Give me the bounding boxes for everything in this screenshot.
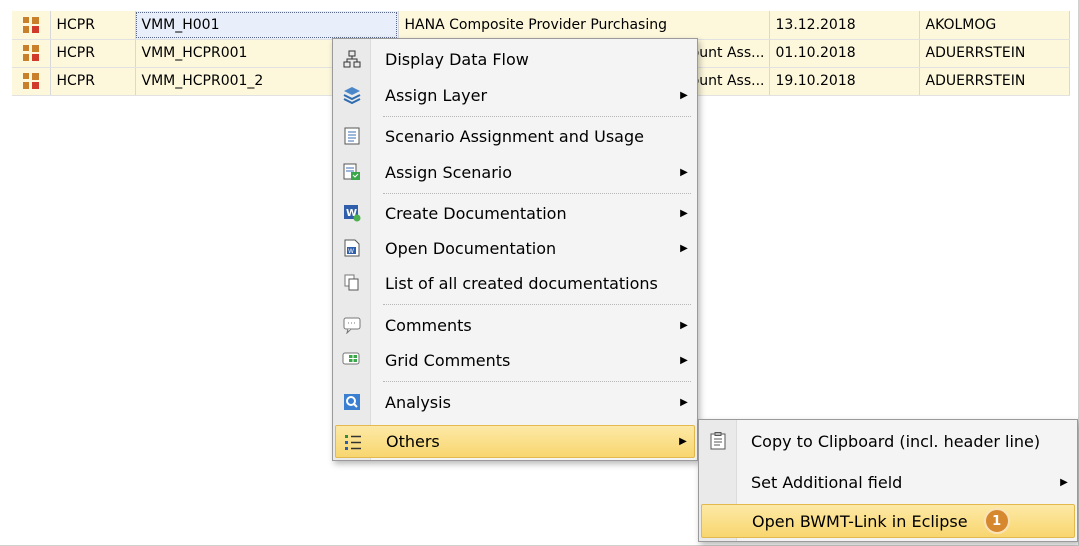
document-list-icon xyxy=(335,127,369,145)
menu-separator xyxy=(383,193,691,194)
context-menu: Display Data Flow Assign Layer ▶ Scenari… xyxy=(332,38,698,461)
hcpr-icon xyxy=(12,11,51,40)
date-cell[interactable]: 19.10.2018 xyxy=(769,67,920,96)
menu-item-scenario-assignment[interactable]: Scenario Assignment and Usage xyxy=(335,120,695,152)
comment-icon xyxy=(335,316,369,334)
list-icon xyxy=(336,433,370,451)
grid-comment-icon xyxy=(335,351,369,369)
others-submenu: Copy to Clipboard (incl. header line) Se… xyxy=(698,419,1078,542)
word-doc-icon: W xyxy=(335,239,369,257)
submenu-arrow-icon: ▶ xyxy=(680,207,688,219)
menu-item-label: Create Documentation xyxy=(385,203,567,223)
type-cell[interactable]: HCPR xyxy=(50,11,136,40)
menu-separator xyxy=(383,116,691,117)
analysis-search-icon xyxy=(335,393,369,411)
menu-item-assign-layer[interactable]: Assign Layer ▶ xyxy=(335,79,695,111)
svg-text:W: W xyxy=(348,248,354,255)
submenu-arrow-icon: ▶ xyxy=(680,242,688,254)
step-badge: 1 xyxy=(983,508,1010,534)
submenu-arrow-icon: ▶ xyxy=(680,166,688,178)
clipboard-icon xyxy=(701,432,735,450)
name-cell[interactable]: VMM_H001 xyxy=(135,11,399,40)
date-cell[interactable]: 13.12.2018 xyxy=(769,11,920,40)
hcpr-icon xyxy=(12,39,51,68)
menu-item-label: Assign Layer xyxy=(385,85,488,105)
menu-item-label: Others xyxy=(386,432,440,451)
assign-scenario-icon xyxy=(335,163,369,181)
menu-item-comments[interactable]: Comments ▶ xyxy=(335,309,695,341)
layers-icon xyxy=(335,86,369,104)
menu-item-label: Analysis xyxy=(385,392,451,412)
menu-item-open-bwmt-link[interactable]: Open BWMT-Link in Eclipse 1 xyxy=(701,504,1075,538)
menu-item-label: Display Data Flow xyxy=(385,49,529,69)
menu-item-label: Comments xyxy=(385,315,472,335)
hcpr-icon xyxy=(12,67,51,96)
menu-item-create-documentation[interactable]: W Create Documentation ▶ xyxy=(335,197,695,229)
menu-item-grid-comments[interactable]: Grid Comments ▶ xyxy=(335,344,695,376)
copy-docs-icon xyxy=(335,274,369,292)
create-doc-icon: W xyxy=(335,204,369,222)
menu-item-display-data-flow[interactable]: Display Data Flow xyxy=(335,43,695,75)
menu-item-label: Copy to Clipboard (incl. header line) xyxy=(751,431,1041,451)
menu-item-assign-scenario[interactable]: Assign Scenario ▶ xyxy=(335,156,695,188)
submenu-arrow-icon: ▶ xyxy=(680,396,688,408)
data-flow-icon xyxy=(335,50,369,68)
user-cell[interactable]: ADUERRSTEIN xyxy=(919,67,1070,96)
date-cell[interactable]: 01.10.2018 xyxy=(769,39,920,68)
menu-item-label: Set Additional field xyxy=(751,472,903,492)
type-cell[interactable]: HCPR xyxy=(50,67,136,96)
menu-item-label: Grid Comments xyxy=(385,350,511,370)
menu-item-others[interactable]: Others ▶ xyxy=(335,425,695,458)
menu-item-copy-clipboard[interactable]: Copy to Clipboard (incl. header line) xyxy=(701,425,1075,457)
description-cell[interactable]: HANA Composite Provider Purchasing xyxy=(398,11,770,40)
user-cell[interactable]: AKOLMOG xyxy=(919,11,1070,40)
menu-item-label: Scenario Assignment and Usage xyxy=(385,126,644,146)
table-row[interactable]: HCPR VMM_H001 HANA Composite Provider Pu… xyxy=(12,11,1070,40)
menu-item-label: Assign Scenario xyxy=(385,162,512,182)
submenu-arrow-icon: ▶ xyxy=(680,319,688,331)
menu-item-set-additional-field[interactable]: Set Additional field ▶ xyxy=(701,466,1075,498)
user-cell[interactable]: ADUERRSTEIN xyxy=(919,39,1070,68)
menu-item-label: Open Documentation xyxy=(385,238,557,258)
menu-item-label: List of all created documentations xyxy=(385,273,658,293)
submenu-arrow-icon: ▶ xyxy=(679,436,687,447)
submenu-arrow-icon: ▶ xyxy=(680,354,688,366)
menu-separator xyxy=(383,381,691,382)
menu-separator xyxy=(383,304,691,305)
menu-item-list-documentations[interactable]: List of all created documentations xyxy=(335,267,695,299)
submenu-arrow-icon: ▶ xyxy=(680,89,688,101)
menu-item-label: Open BWMT-Link in Eclipse xyxy=(752,511,968,531)
submenu-arrow-icon: ▶ xyxy=(1060,476,1068,488)
menu-item-open-documentation[interactable]: W Open Documentation ▶ xyxy=(335,232,695,264)
type-cell[interactable]: HCPR xyxy=(50,39,136,68)
menu-item-analysis[interactable]: Analysis ▶ xyxy=(335,386,695,418)
